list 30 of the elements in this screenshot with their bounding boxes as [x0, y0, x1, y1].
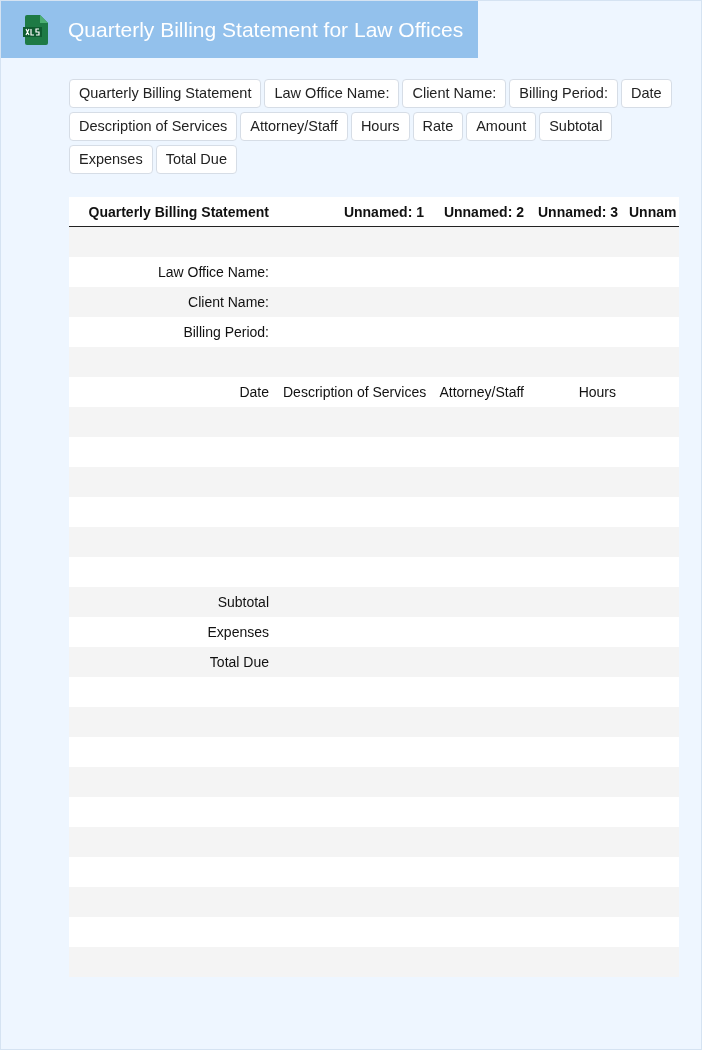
table-cell: Hours [578, 384, 616, 400]
table-cell: Description of Services [283, 384, 427, 400]
column-header: Unnamed: 3 [531, 197, 623, 227]
keyword-tag[interactable]: Quarterly Billing Statement [69, 79, 262, 108]
table-cell: Law Office Name: [158, 264, 269, 280]
keyword-tag[interactable]: Client Name: [402, 79, 507, 108]
keyword-tag[interactable]: Amount [466, 112, 537, 141]
keyword-tag[interactable]: Expenses [69, 145, 153, 174]
table-cell: Attorney/Staff [439, 384, 524, 400]
table-cell: Total Due [209, 654, 269, 670]
keyword-tag[interactable]: Billing Period: [509, 79, 618, 108]
keyword-tag[interactable]: Attorney/Staff [240, 112, 348, 141]
table-cell: Date [239, 384, 269, 400]
keyword-tag[interactable]: Rate [412, 112, 464, 141]
keyword-tag[interactable]: Description of Services [69, 112, 238, 141]
column-header: Unnamed: 1 [276, 197, 431, 227]
keyword-tag[interactable]: Law Office Name: [264, 79, 400, 108]
keyword-tag[interactable]: Date [620, 79, 672, 108]
column-header: Unnamed: 2 [431, 197, 531, 227]
column-header: Quarterly Billing Statement [69, 197, 276, 227]
table-cell: Billing Period: [183, 324, 269, 340]
page-title: Quarterly Billing Statement for Law Offices [68, 17, 464, 42]
keyword-tag[interactable]: Subtotal [539, 112, 613, 141]
spreadsheet-file-icon [22, 13, 50, 46]
table-cell: Expenses [207, 624, 269, 640]
column-header: Unnam [623, 197, 679, 227]
table-cell: Client Name: [188, 294, 269, 310]
keyword-tag[interactable]: Total Due [155, 145, 237, 174]
table-cell: Subtotal [217, 594, 269, 610]
keyword-tag[interactable]: Hours [350, 112, 410, 141]
